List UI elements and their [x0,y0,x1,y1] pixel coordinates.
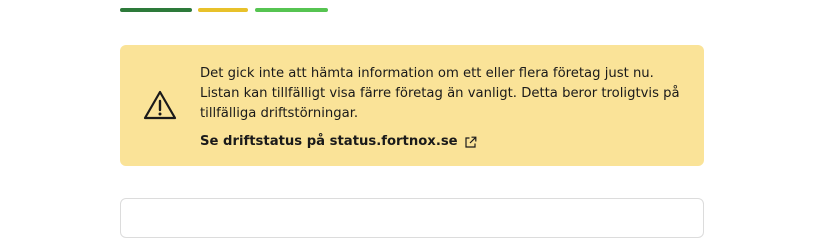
stripe-light-green [255,8,328,12]
alert-message: Det gick inte att hämta information om e… [200,66,680,121]
stripe-dark-green [120,8,192,12]
warning-triangle-icon [142,87,178,123]
external-link-icon [464,136,477,149]
status-link-label: Se driftstatus på status.fortnox.se [200,134,458,149]
status-link[interactable]: Se driftstatus på status.fortnox.se [200,132,477,152]
warning-alert: Det gick inte att hämta information om e… [120,45,704,166]
content-card [120,198,704,238]
stripe-yellow [198,8,248,12]
